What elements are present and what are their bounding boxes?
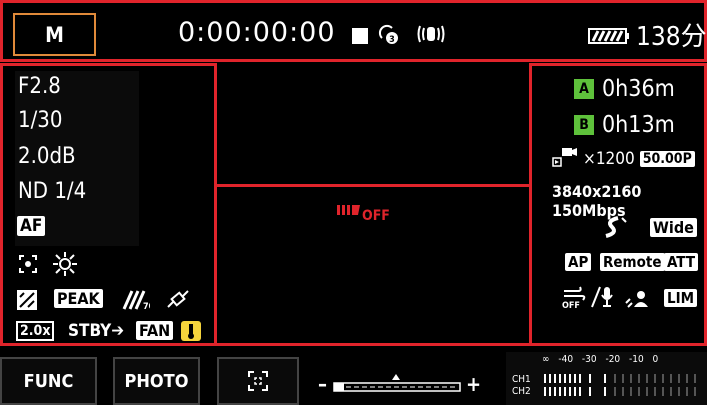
minus-label: –: [318, 372, 327, 396]
white-balance-sun-icon: [52, 251, 78, 281]
shooting-mode[interactable]: M: [13, 13, 96, 56]
slow-fast-row: ×1200 50.00P: [552, 146, 695, 172]
zebra-icon: 70: [122, 289, 155, 315]
audio-meter-panel: ∞ -40 -30 -20 -10 0 CH1 CH2: [506, 352, 707, 405]
slow-fast-rate: ×1200: [583, 149, 635, 169]
battery-icon: [588, 27, 630, 45]
slow-motion-icon: [552, 146, 578, 172]
standby-text: STBY: [68, 321, 112, 341]
ch1-label: CH1: [512, 374, 531, 385]
gps-icon: [165, 287, 191, 315]
temperature-warning-icon: [180, 320, 202, 346]
card-a-row: A 0h36m: [574, 76, 675, 102]
resolution-bitrate: 3840x2160 150Mbps: [552, 182, 642, 220]
fan-badge[interactable]: FAN: [136, 321, 174, 340]
center-top-frame: [214, 63, 532, 187]
audio-scene-icon: [624, 289, 650, 313]
aperture-value[interactable]: F2.8: [18, 69, 61, 105]
audio-meter-scale: ∞ -40 -30 -20 -10 0: [542, 354, 659, 365]
focus-scale-bar: [333, 374, 461, 392]
card-b-badge: B: [574, 115, 594, 135]
custom-picture-icon: [602, 215, 628, 243]
digital-zoom-label: 2.0x: [20, 323, 51, 339]
card-a-remaining: 0h36m: [602, 76, 675, 102]
battery-remaining: 138分: [636, 22, 707, 52]
wind-off-icon: OFF: [562, 285, 586, 315]
focus-frame-icon: [248, 371, 268, 391]
timecode: 0:00:00:00: [178, 17, 336, 48]
att-badge: ATT: [664, 253, 699, 271]
face-detect-icon: [18, 254, 38, 278]
limiter-badge: LIM: [664, 289, 698, 307]
svg-text:3: 3: [389, 35, 395, 45]
card-b-row: B 0h13m: [574, 112, 675, 138]
manual-focus-scale[interactable]: – +: [318, 372, 482, 398]
card-a-badge: A: [574, 79, 594, 99]
plus-label: +: [466, 372, 482, 396]
wind-off-label: OFF: [562, 301, 580, 311]
svg-text:70: 70: [143, 302, 150, 311]
gain-value[interactable]: 2.0dB: [18, 139, 76, 175]
remote-badge: Remote: [600, 253, 665, 271]
wide-badge: Wide: [650, 218, 697, 237]
look-icon: [16, 289, 38, 315]
shutter-value[interactable]: 1/30: [18, 103, 62, 139]
focus-frame-button[interactable]: [217, 357, 299, 405]
audio-level-bars: [544, 374, 696, 396]
standby-label: STBY➔: [68, 321, 124, 341]
frame-rate-badge: 50.00P: [639, 151, 695, 167]
stop-icon: [352, 28, 368, 44]
ch2-label: CH2: [512, 386, 531, 397]
microphone-icon: [590, 285, 616, 313]
card-b-remaining: 0h13m: [602, 112, 675, 138]
ap-badge: AP: [565, 253, 592, 271]
photo-button[interactable]: PHOTO: [113, 357, 200, 405]
center-off-label: OFF: [362, 208, 390, 224]
digital-zoom-badge: 2.0x: [16, 321, 55, 341]
nd-filter-value[interactable]: ND 1/4: [18, 174, 86, 210]
peaking-badge[interactable]: PEAK: [54, 289, 103, 308]
af-badge[interactable]: AF: [17, 216, 46, 236]
rotation-icon: 3: [378, 24, 400, 46]
arrow-right-icon: ➔: [111, 321, 125, 341]
func-button[interactable]: FUNC: [0, 357, 97, 405]
lens-warning-icon: [337, 202, 361, 221]
image-stabilizer-icon: [416, 22, 446, 46]
